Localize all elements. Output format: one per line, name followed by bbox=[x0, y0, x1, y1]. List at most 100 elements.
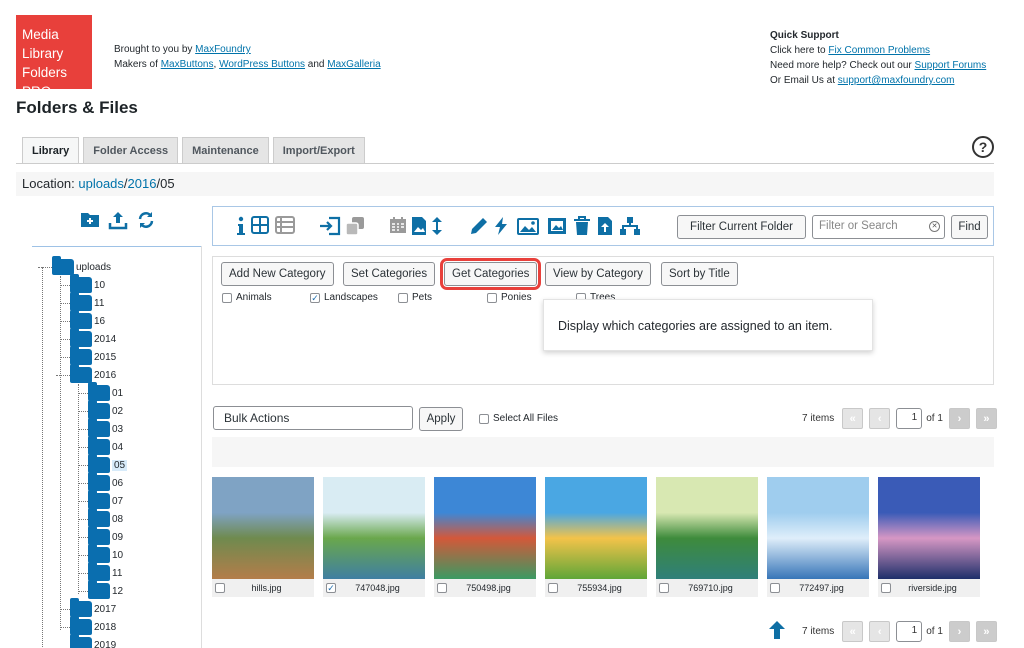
checkbox[interactable] bbox=[215, 583, 225, 593]
next-page-button[interactable]: › bbox=[948, 621, 970, 642]
image-seo-icon[interactable] bbox=[547, 216, 567, 240]
maxgalleria-link[interactable]: MaxGalleria bbox=[327, 59, 380, 70]
support-forums-link[interactable]: Support Forums bbox=[915, 60, 987, 71]
set-categories-button[interactable]: Set Categories bbox=[343, 262, 436, 286]
first-page-button[interactable]: « bbox=[842, 621, 864, 642]
watermark-icon[interactable] bbox=[517, 216, 539, 240]
page-number-input[interactable]: 1 bbox=[896, 408, 923, 429]
maxbuttons-link[interactable]: MaxButtons bbox=[161, 59, 214, 70]
media-item[interactable]: ✓ 747048.jpg bbox=[323, 477, 425, 597]
media-thumbnail[interactable] bbox=[212, 477, 314, 579]
checkbox[interactable] bbox=[479, 413, 489, 424]
last-page-button[interactable]: » bbox=[975, 408, 997, 429]
media-item[interactable]: riverside.jpg bbox=[878, 477, 980, 597]
select-all-files[interactable]: Select All Files bbox=[479, 413, 558, 424]
tab-divider bbox=[16, 163, 994, 164]
upload-file-icon[interactable] bbox=[597, 216, 613, 240]
clear-search-icon[interactable]: ✕ bbox=[929, 221, 940, 232]
filter-current-folder-button[interactable]: Filter Current Folder bbox=[677, 215, 806, 239]
tree-item-2019[interactable]: 2019 bbox=[70, 634, 116, 648]
wordpress-buttons-link[interactable]: WordPress Buttons bbox=[219, 59, 305, 70]
help-icon[interactable]: ? bbox=[972, 136, 994, 158]
checkbox[interactable] bbox=[398, 292, 408, 303]
get-categories-button[interactable]: Get Categories bbox=[439, 258, 542, 290]
scroll-top-icon[interactable] bbox=[768, 620, 786, 644]
category-checkbox-pets[interactable]: Pets bbox=[398, 292, 432, 303]
regenerate-icon[interactable] bbox=[493, 216, 509, 240]
sync-icon[interactable] bbox=[136, 210, 156, 230]
category-checkbox-ponies[interactable]: Ponies bbox=[487, 292, 532, 303]
add-new-category-button[interactable]: Add New Category bbox=[221, 262, 334, 286]
checkbox[interactable] bbox=[881, 583, 891, 593]
media-thumbnail[interactable] bbox=[323, 477, 425, 579]
tree-item-label: 05 bbox=[112, 459, 128, 471]
category-checkbox-landscapes[interactable]: ✓ Landscapes bbox=[310, 292, 378, 303]
media-thumbnail[interactable] bbox=[656, 477, 758, 579]
checkbox[interactable] bbox=[548, 583, 558, 593]
media-item[interactable]: 755934.jpg bbox=[545, 477, 647, 597]
checkbox[interactable] bbox=[770, 583, 780, 593]
folder-icon bbox=[70, 346, 92, 365]
grid-view-icon[interactable] bbox=[251, 216, 269, 238]
tree-item-12[interactable]: 12 bbox=[88, 580, 123, 600]
page-of-label: of 1 bbox=[926, 413, 943, 424]
first-page-button[interactable]: « bbox=[842, 408, 864, 429]
checkbox-checked[interactable]: ✓ bbox=[326, 583, 336, 593]
media-thumbnail[interactable] bbox=[545, 477, 647, 579]
prev-page-button[interactable]: ‹ bbox=[869, 408, 891, 429]
image-sort-icon[interactable] bbox=[411, 216, 427, 240]
media-item[interactable]: 750498.jpg bbox=[434, 477, 536, 597]
tab-import-export[interactable]: Import/Export bbox=[272, 137, 365, 163]
breadcrumb-2016[interactable]: 2016 bbox=[128, 176, 157, 191]
tree-item-label: 10 bbox=[94, 279, 106, 291]
checkbox[interactable] bbox=[487, 292, 497, 303]
tree-item-label: 16 bbox=[94, 315, 106, 327]
maxfoundry-link[interactable]: MaxFoundry bbox=[195, 44, 251, 55]
page-of-label: of 1 bbox=[926, 626, 943, 637]
media-item[interactable]: 769710.jpg bbox=[656, 477, 758, 597]
checkbox[interactable] bbox=[437, 583, 447, 593]
tree-item-uploads[interactable]: uploads bbox=[52, 256, 111, 276]
search-input[interactable]: Filter or Search ✕ bbox=[812, 215, 945, 239]
delete-icon[interactable] bbox=[573, 216, 591, 240]
find-button[interactable]: Find bbox=[951, 215, 988, 239]
view-by-category-button[interactable]: View by Category bbox=[545, 262, 651, 286]
prev-page-button[interactable]: ‹ bbox=[869, 621, 891, 642]
edit-icon[interactable] bbox=[469, 216, 489, 240]
folder-icon bbox=[70, 274, 92, 293]
media-item[interactable]: hills.jpg bbox=[212, 477, 314, 597]
media-item[interactable]: 772497.jpg bbox=[767, 477, 869, 597]
tree-item-label: 2014 bbox=[94, 333, 117, 345]
media-thumbnail[interactable] bbox=[878, 477, 980, 579]
move-copy-icon[interactable] bbox=[319, 216, 341, 240]
credits-text: Makers of bbox=[114, 59, 161, 70]
new-folder-icon[interactable] bbox=[80, 210, 100, 230]
sort-by-title-button[interactable]: Sort by Title bbox=[661, 262, 738, 286]
hierarchy-icon[interactable] bbox=[619, 216, 641, 240]
tree-item-label: 10 bbox=[112, 549, 124, 561]
last-page-button[interactable]: » bbox=[975, 621, 997, 642]
info-icon[interactable] bbox=[235, 216, 247, 240]
checkbox[interactable] bbox=[222, 292, 232, 303]
checkbox[interactable] bbox=[659, 583, 669, 593]
checkbox-checked[interactable]: ✓ bbox=[310, 292, 320, 303]
copy-icon[interactable] bbox=[345, 216, 365, 240]
tab-maintenance[interactable]: Maintenance bbox=[182, 137, 269, 163]
bulk-actions-select[interactable]: Bulk Actions bbox=[213, 406, 413, 430]
apply-button[interactable]: Apply bbox=[419, 407, 463, 431]
media-thumbnail[interactable] bbox=[434, 477, 536, 579]
tab-folder-access[interactable]: Folder Access bbox=[83, 137, 179, 163]
category-checkbox-animals[interactable]: Animals bbox=[222, 292, 272, 303]
upload-icon[interactable] bbox=[108, 210, 128, 230]
breadcrumb-uploads[interactable]: uploads bbox=[78, 176, 124, 191]
sort-arrows-icon[interactable] bbox=[431, 216, 443, 240]
support-email-link[interactable]: support@maxfoundry.com bbox=[838, 75, 955, 86]
list-view-icon[interactable] bbox=[275, 216, 295, 238]
calendar-icon[interactable] bbox=[389, 216, 407, 238]
location-breadcrumb: Location: uploads/2016/05 bbox=[16, 172, 994, 196]
tab-library[interactable]: Library bbox=[22, 137, 80, 164]
page-number-input[interactable]: 1 bbox=[896, 621, 923, 642]
next-page-button[interactable]: › bbox=[948, 408, 970, 429]
fix-problems-link[interactable]: Fix Common Problems bbox=[828, 45, 930, 56]
media-thumbnail[interactable] bbox=[767, 477, 869, 579]
